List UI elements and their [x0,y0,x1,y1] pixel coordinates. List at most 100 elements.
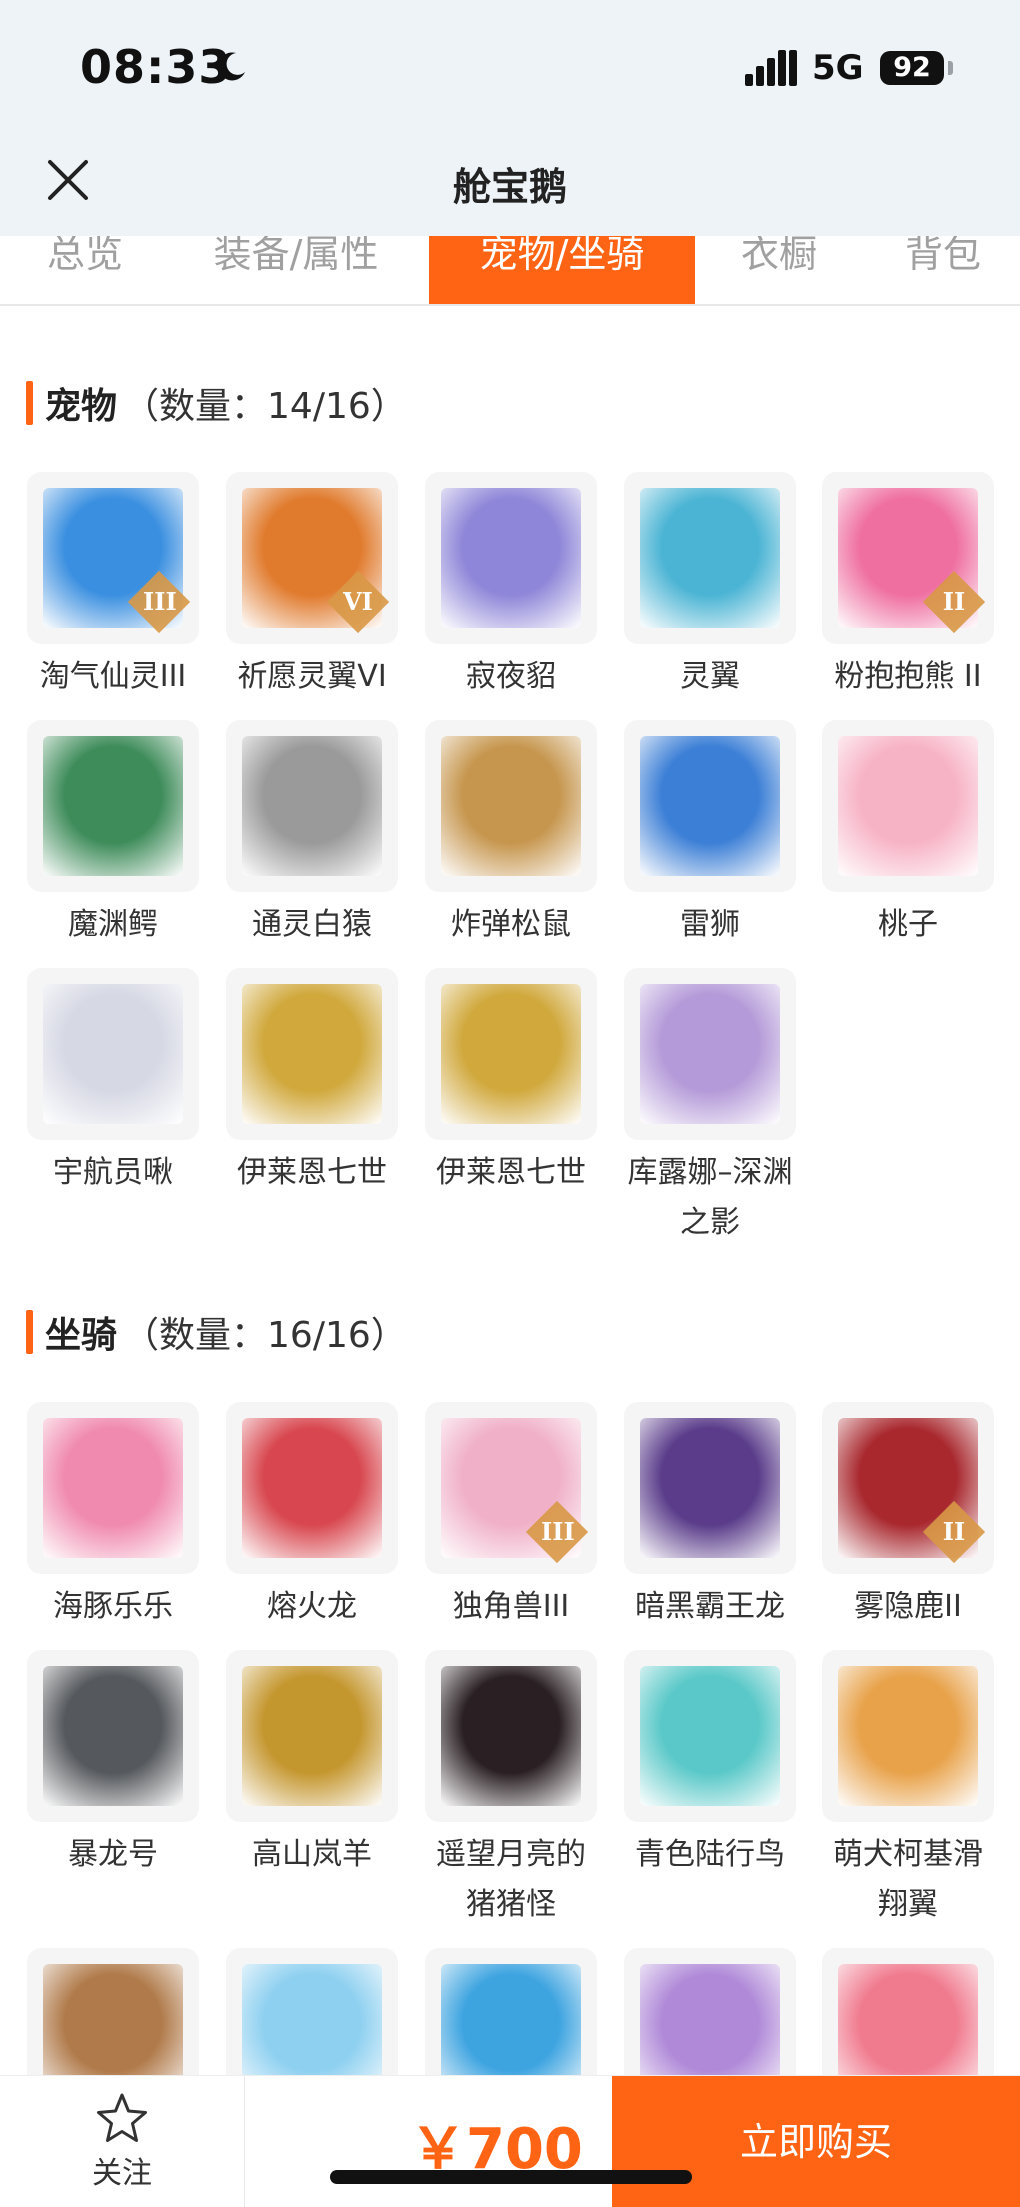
pet-card[interactable]: 炸弹松鼠 [425,720,597,950]
pet-name: 寂夜貂 [466,659,556,694]
pet-card[interactable]: 库露娜–深渊之影 [624,968,796,1248]
pet-card[interactable]: 寂夜貂 [425,472,597,702]
pet-name: 伊莱恩七世 [436,1155,586,1190]
tab-overview[interactable]: 总览 [40,236,130,304]
status-time: 08:33 [80,40,232,94]
character-portrait [441,488,581,628]
battery-tip [948,61,953,75]
pet-card[interactable]: 魔渊鳄 [27,720,199,950]
pet-card[interactable]: 伊莱恩七世 [425,968,597,1198]
pet-card[interactable]: 灵翼 [624,472,796,702]
tab-strip: 总览 装备/属性 宠物/坐骑 衣橱 背包 [0,236,1020,306]
pet-card[interactable]: 伊莱恩七世 [226,968,398,1198]
character-portrait [242,736,382,876]
pet-card[interactable]: 桃子 [822,720,994,950]
pet-thumbnail [226,968,398,1140]
pet-thumbnail: II [822,472,994,644]
pet-name: 桃子 [878,907,938,942]
pet-thumbnail [425,968,597,1140]
character-portrait [640,1418,780,1558]
mount-card[interactable]: 遥望月亮的猪猪怪 [425,1650,597,1930]
mount-card[interactable]: 青色陆行鸟 [624,1650,796,1880]
mount-name: 独角兽III [452,1589,570,1624]
character-portrait [838,1666,978,1806]
tab-wardrobe[interactable]: 衣橱 [734,236,824,304]
character-portrait [640,488,780,628]
mount-name: 熔火龙 [267,1589,357,1624]
mount-card[interactable]: 熔火龙 [226,1402,398,1632]
tab-backpack[interactable]: 背包 [898,236,988,304]
mount-card[interactable]: 萌犬柯基滑翔翼 [822,1650,994,1930]
favorite-button[interactable]: 关注 [60,2086,184,2198]
pet-card[interactable]: 通灵白猿 [226,720,398,950]
section-accent-bar [26,381,33,425]
bottom-divider [244,2076,245,2207]
mount-thumbnail [226,1650,398,1822]
page-title: 舱宝鹅 [452,165,567,209]
tier-badge-text: II [942,1517,966,1546]
mount-card[interactable]: II 雾隐鹿II [822,1402,994,1632]
mount-card[interactable]: 暴龙号 [27,1650,199,1880]
character-portrait [640,984,780,1124]
mount-card[interactable]: III 独角兽III [425,1402,597,1632]
character-portrait [242,1418,382,1558]
pet-card[interactable]: III 淘气仙灵III [27,472,199,702]
mount-card[interactable]: 高山岚羊 [226,1650,398,1880]
moon-icon [218,52,245,81]
character-portrait [43,984,183,1124]
mount-name: 高山岚羊 [252,1837,372,1872]
pet-thumbnail [425,472,597,644]
pet-card[interactable]: II 粉抱抱熊 II [822,472,994,702]
pet-thumbnail [425,720,597,892]
pets-section-header: 宠物 （数量：14/16） [26,380,407,427]
pet-thumbnail [624,720,796,892]
mount-thumbnail [27,1402,199,1574]
mount-name: 青色陆行鸟 [635,1837,785,1872]
tier-badge-text: III [541,1517,575,1546]
mount-thumbnail [27,1650,199,1822]
tier-badge-text: II [942,587,966,616]
mount-thumbnail [822,1650,994,1822]
battery-level: 92 [893,52,931,83]
mount-name: 萌犬柯基滑翔翼 [833,1837,983,1922]
pet-name: 雷狮 [680,907,740,942]
pet-card[interactable]: 雷狮 [624,720,796,950]
tab-pets-mounts[interactable]: 宠物/坐骑 [429,236,695,304]
character-portrait [838,736,978,876]
character-portrait [441,1666,581,1806]
star-icon [97,2093,147,2142]
pet-card[interactable]: 宇航员啾 [27,968,199,1198]
pet-name: 宇航员啾 [53,1155,173,1190]
mount-thumbnail: II [822,1402,994,1574]
buy-now-button[interactable]: 立即购买 [612,2076,1020,2207]
mounts-section-count: （数量：16/16） [123,1315,407,1356]
mount-thumbnail [624,1650,796,1822]
home-indicator [330,2170,692,2184]
mount-card[interactable]: 暗黑霸王龙 [624,1402,796,1632]
character-portrait [640,736,780,876]
pet-thumbnail [822,720,994,892]
pet-name: 通灵白猿 [252,907,372,942]
top-bar: 08:33 5G 92 舱宝鹅 [0,0,1020,236]
pet-name: 粉抱抱熊 II [834,659,982,694]
tab-equipment[interactable]: 装备/属性 [196,236,396,304]
character-portrait [43,1418,183,1558]
pet-name: 库露娜–深渊之影 [627,1155,793,1240]
pet-thumbnail [27,968,199,1140]
pet-name: 灵翼 [680,659,740,694]
battery-icon: 92 [880,51,944,85]
mount-thumbnail [425,1650,597,1822]
character-portrait [242,984,382,1124]
pet-name: 淘气仙灵III [39,659,187,694]
mount-name: 雾隐鹿II [854,1589,962,1624]
section-accent-bar [26,1310,33,1354]
pet-thumbnail [624,472,796,644]
mount-thumbnail [624,1402,796,1574]
pet-card[interactable]: VI 祈愿灵翼VI [226,472,398,702]
character-portrait [242,1666,382,1806]
pet-thumbnail: III [27,472,199,644]
character-portrait [43,1666,183,1806]
mount-card[interactable]: 海豚乐乐 [27,1402,199,1632]
pet-name: 炸弹松鼠 [451,907,571,942]
pet-thumbnail: VI [226,472,398,644]
